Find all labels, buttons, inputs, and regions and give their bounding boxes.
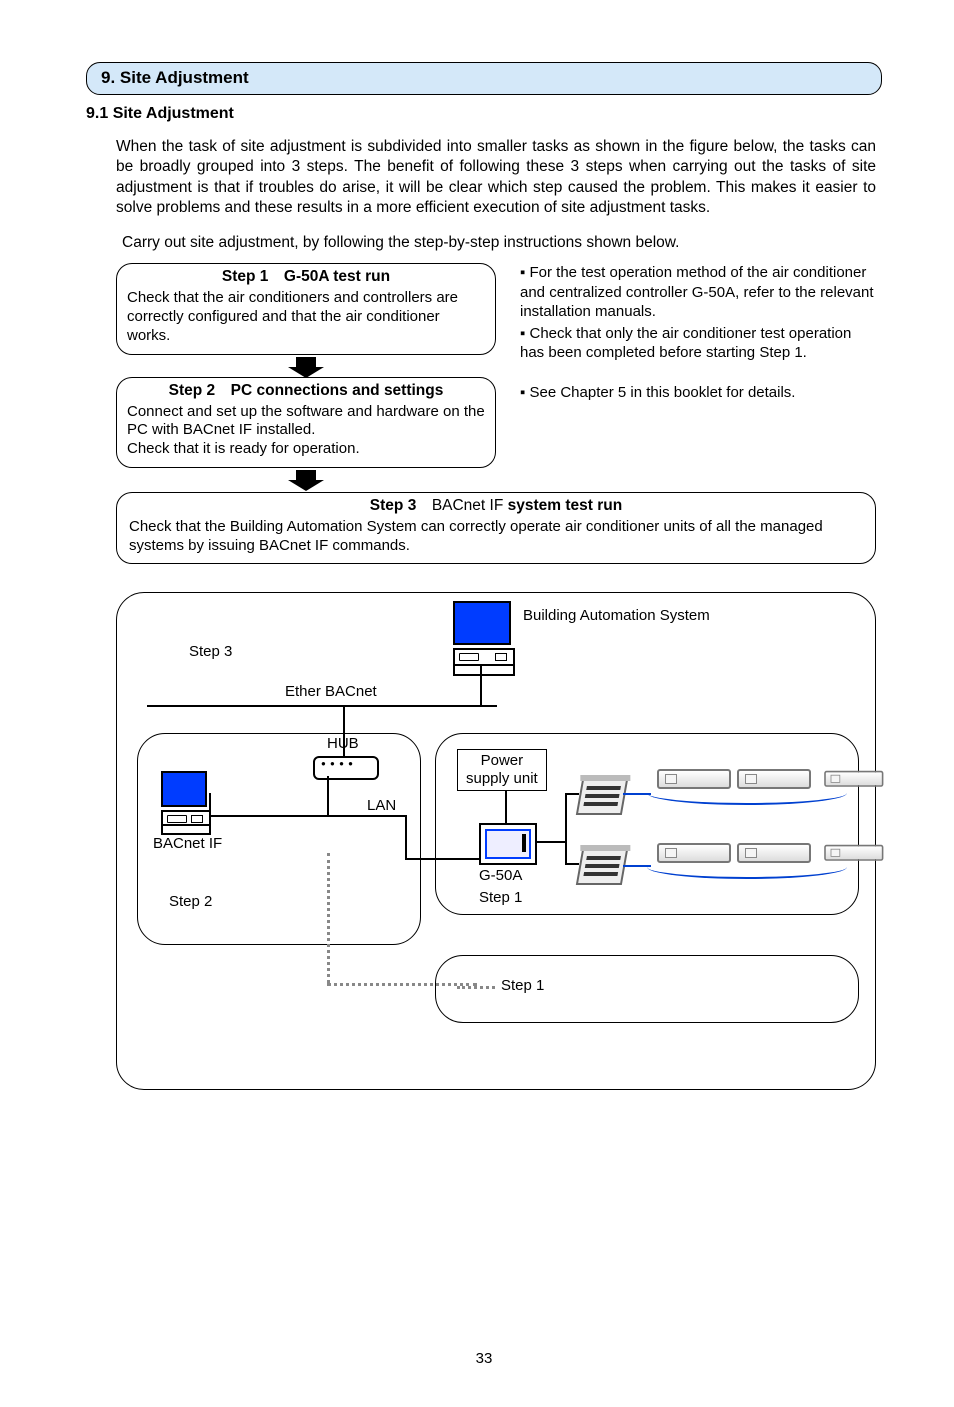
psu-box: Power supply unit bbox=[457, 749, 547, 791]
bacnet-if-label: BACnet IF bbox=[153, 835, 222, 852]
controller-icon bbox=[576, 849, 628, 885]
note-1a: ▪ For the test operation method of the a… bbox=[520, 263, 876, 322]
step1-title: Step 1 G-50A test run bbox=[127, 268, 485, 289]
step3-bold: system test run bbox=[508, 497, 623, 514]
step3-body: Check that the Building Automation Syste… bbox=[129, 518, 863, 556]
step2-body: Connect and set up the software and hard… bbox=[127, 403, 485, 459]
arrow-down-icon bbox=[296, 357, 316, 367]
step2-label: Step 2 bbox=[169, 893, 212, 910]
step2-bold: PC connections and settings bbox=[231, 382, 444, 399]
step3-label: Step 3 bbox=[189, 643, 232, 660]
step3-box: Step 3 BACnet IF system test run Check t… bbox=[116, 492, 876, 565]
subheading: 9.1 Site Adjustment bbox=[86, 105, 882, 123]
ac-unit-icon bbox=[657, 843, 729, 861]
hub-icon bbox=[313, 756, 379, 780]
step1-label-b: Step 1 bbox=[501, 977, 544, 994]
step3-prefix: Step 3 bbox=[370, 497, 432, 514]
step3-mid: BACnet IF bbox=[432, 497, 508, 514]
step2-prefix: Step 2 bbox=[169, 382, 231, 399]
g50a-label: G-50A bbox=[479, 867, 522, 884]
arrow-down-icon bbox=[296, 470, 316, 480]
ac-unit-icon bbox=[737, 843, 809, 861]
bas-computer-icon bbox=[453, 601, 515, 676]
ac-unit-icon bbox=[824, 771, 882, 785]
step3-title: Step 3 BACnet IF system test run bbox=[129, 497, 863, 518]
ether-bacnet-label: Ether BACnet bbox=[285, 683, 377, 700]
step1-body: Check that the air conditioners and cont… bbox=[127, 289, 485, 345]
ac-unit-icon bbox=[657, 769, 729, 787]
system-diagram: Building Automation System Step 3 Ether … bbox=[116, 592, 876, 1090]
step1-label-a: Step 1 bbox=[479, 889, 522, 906]
lan-label: LAN bbox=[367, 797, 396, 814]
note-2: ▪ See Chapter 5 in this booklet for deta… bbox=[520, 383, 876, 403]
page-number: 33 bbox=[86, 1350, 882, 1367]
step1-bold: G-50A test run bbox=[284, 268, 390, 285]
step2-box: Step 2 PC connections and settings Conne… bbox=[116, 377, 496, 468]
bacnet-if-computer-icon bbox=[161, 771, 211, 835]
section-title-bar: 9. Site Adjustment bbox=[86, 62, 882, 95]
step1-prefix: Step 1 bbox=[222, 268, 284, 285]
controller-icon bbox=[576, 779, 628, 815]
g50a-icon bbox=[479, 823, 537, 865]
carry-out-line: Carry out site adjustment, by following … bbox=[122, 233, 876, 253]
ac-unit-icon bbox=[824, 845, 882, 859]
step2-title: Step 2 PC connections and settings bbox=[127, 382, 485, 403]
step1-region-2 bbox=[435, 955, 859, 1023]
ac-unit-icon bbox=[737, 769, 809, 787]
intro-paragraph: When the task of site adjustment is subd… bbox=[116, 137, 876, 219]
bas-label: Building Automation System bbox=[523, 607, 710, 624]
note-1b: ▪ Check that only the air conditioner te… bbox=[520, 324, 876, 363]
step1-box: Step 1 G-50A test run Check that the air… bbox=[116, 263, 496, 354]
